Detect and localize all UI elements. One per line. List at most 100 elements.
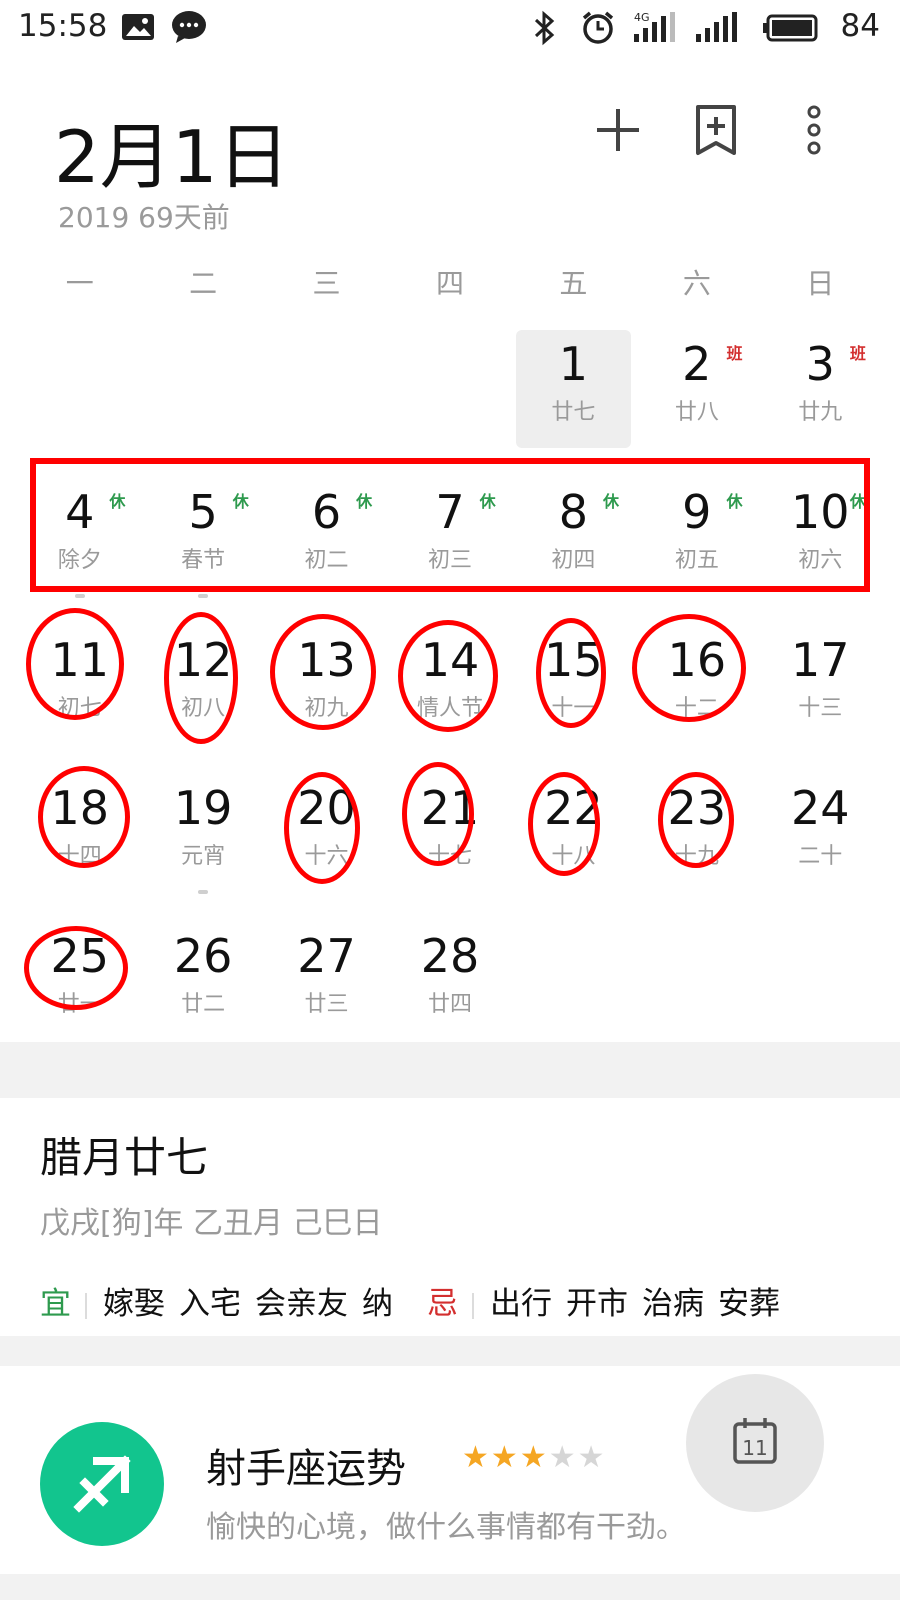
star-empty-icon: ★ xyxy=(548,1440,578,1475)
divider xyxy=(85,1292,87,1319)
weekday-mon: 一 xyxy=(65,267,94,300)
lunar-date: 十三 xyxy=(798,696,843,721)
lunar-date: 廿四 xyxy=(427,992,472,1017)
date-title: 2月1日 xyxy=(54,115,290,199)
battery-level: 84 xyxy=(840,8,880,44)
day-number: 17 xyxy=(790,633,850,687)
empty-day-cell xyxy=(388,330,511,478)
chat-icon xyxy=(170,10,208,48)
lunar-date: 廿九 xyxy=(798,400,843,425)
weekday-wed: 三 xyxy=(312,267,341,300)
ji-item: 出行 xyxy=(490,1286,552,1322)
signal-icon xyxy=(694,10,744,50)
day-number: 26 xyxy=(173,929,233,983)
event-indicator xyxy=(74,594,85,598)
section-separator xyxy=(0,1574,900,1600)
more-icon xyxy=(804,104,824,160)
image-icon xyxy=(120,10,156,48)
day-cell[interactable]: 3 廿九班 xyxy=(759,330,882,478)
event-indicator xyxy=(198,594,209,598)
day-number: 24 xyxy=(790,781,850,835)
svg-text:11: 11 xyxy=(742,1436,767,1460)
day-number: 19 xyxy=(173,781,233,835)
bluetooth-icon xyxy=(532,10,558,50)
workday-tag: 班 xyxy=(849,344,866,363)
day-cell[interactable]: 2 廿八班 xyxy=(635,330,758,478)
add-bookmark-button[interactable] xyxy=(684,100,748,164)
almanac-card[interactable]: 腊月廿七 戊戌[狗]年 乙丑月 己巳日 宜嫁娶 入宅 会亲友纳忌出行 开市 治病 安葬 xyxy=(0,1098,900,1360)
star-filled-icon: ★ xyxy=(462,1440,491,1475)
date-subtitle: 2019 69天前 xyxy=(58,201,230,234)
svg-text:4G: 4G xyxy=(634,11,650,24)
highlight-rectangle-annotation xyxy=(30,458,870,592)
horoscope-title: 射手座运势 xyxy=(206,1446,406,1492)
circle-annotation xyxy=(402,762,474,866)
weekday-fri: 五 xyxy=(559,267,588,300)
day-number: 1 xyxy=(558,337,589,391)
weekday-header: 一 二 三 四 五 六 日 xyxy=(18,262,882,302)
star-filled-icon: ★ xyxy=(519,1440,549,1475)
yi-item: 入宅 xyxy=(179,1286,241,1322)
lunar-date: 廿三 xyxy=(304,992,349,1017)
ji-label: 忌 xyxy=(427,1286,458,1322)
circle-annotation xyxy=(164,612,238,744)
weekday-sat: 六 xyxy=(682,267,711,300)
lunar-date: 元宵 xyxy=(181,844,226,869)
lunar-date: 廿七 xyxy=(551,400,596,425)
lunar-date-title: 腊月廿七 xyxy=(40,1133,209,1182)
ji-item: 开市 xyxy=(566,1286,628,1322)
signal-4g-icon: 4G xyxy=(632,10,682,50)
status-time: 15:58 xyxy=(18,8,108,44)
day-cell[interactable]: 17 十三 xyxy=(759,626,882,774)
horoscope-description: 愉快的心境，做什么事情都有干劲。 xyxy=(206,1510,686,1545)
status-bar: 15:58 4G 84 xyxy=(0,0,900,56)
event-indicator xyxy=(198,890,209,894)
circle-annotation xyxy=(536,618,606,728)
circle-annotation xyxy=(26,608,124,720)
add-event-button[interactable] xyxy=(586,100,650,164)
divider xyxy=(472,1292,474,1319)
circle-annotation xyxy=(398,620,498,732)
weekday-thu: 四 xyxy=(435,267,464,300)
circle-annotation xyxy=(528,772,600,876)
day-cell[interactable]: 24 二十 xyxy=(759,774,882,922)
sagittarius-icon xyxy=(40,1422,164,1546)
alarm-icon xyxy=(580,10,616,50)
yi-item: 嫁娶 xyxy=(103,1286,165,1322)
rating-stars: ★★★★★ xyxy=(462,1440,607,1475)
lunar-date: 二十 xyxy=(798,844,843,869)
more-options-button[interactable] xyxy=(782,100,846,164)
day-number: 27 xyxy=(297,929,356,983)
yi-label: 宜 xyxy=(40,1286,71,1322)
battery-icon xyxy=(762,10,822,50)
empty-day-cell xyxy=(141,330,264,478)
circle-annotation xyxy=(284,772,360,884)
yi-item: 会亲友 xyxy=(255,1286,348,1322)
lunar-date: 廿二 xyxy=(181,992,226,1017)
section-separator xyxy=(0,1042,900,1098)
today-calendar-icon: 11 xyxy=(731,1416,779,1470)
add-icon xyxy=(593,105,643,159)
workday-tag: 班 xyxy=(726,344,743,363)
empty-day-cell xyxy=(18,330,141,478)
circle-annotation xyxy=(270,614,376,730)
day-cell[interactable]: 1 廿七 xyxy=(512,330,635,478)
circle-annotation xyxy=(24,926,128,1010)
star-empty-icon: ★ xyxy=(577,1440,607,1475)
ji-item: 安葬 xyxy=(718,1286,780,1322)
week-row: 1 廿七 2 廿八班 3 廿九班 xyxy=(18,330,882,478)
ganzhi-text: 戊戌[狗]年 乙丑月 己巳日 xyxy=(40,1206,383,1241)
circle-annotation xyxy=(658,772,734,868)
day-cell[interactable]: 19 元宵 xyxy=(141,774,264,922)
weekday-sun: 日 xyxy=(806,267,835,300)
ji-item: 治病 xyxy=(642,1286,704,1322)
circle-annotation xyxy=(38,766,130,868)
empty-day-cell xyxy=(265,330,388,478)
bookmark-add-icon xyxy=(692,103,740,161)
day-number: 28 xyxy=(420,929,480,983)
yi-ji-row: 宜嫁娶 入宅 会亲友纳忌出行 开市 治病 安葬 xyxy=(40,1278,794,1323)
today-button[interactable]: 11 xyxy=(686,1374,824,1512)
circle-annotation xyxy=(632,614,746,722)
weekday-tue: 二 xyxy=(189,267,218,300)
lunar-date: 廿八 xyxy=(674,400,719,425)
